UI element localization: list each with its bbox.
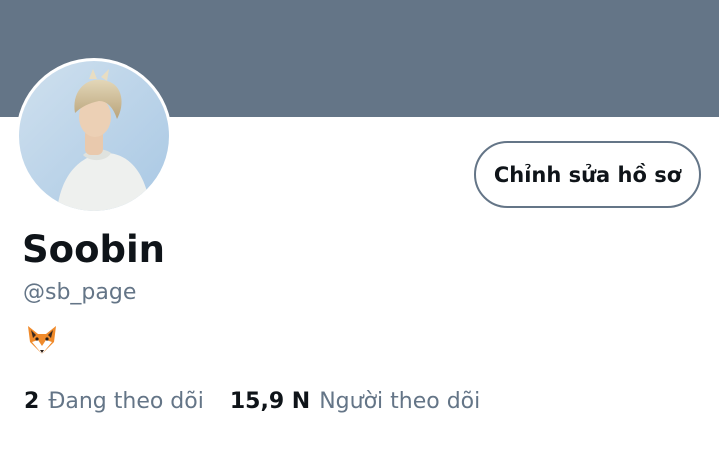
profile-handle: @sb_page [23,280,137,305]
followers-count: 15,9 N [229,389,311,414]
followers-label: Người theo dõi [319,389,481,414]
profile-avatar[interactable] [16,58,172,214]
edit-profile-button[interactable]: Chỉnh sửa hồ sơ [474,141,701,208]
fox-icon [28,326,56,354]
avatar-photo [19,61,169,211]
follow-stats: 2 Đang theo dõi 15,9 N Người theo dõi [24,389,480,414]
profile-name: Soobin [22,228,165,271]
following-count: 2 [24,389,40,414]
following-stat[interactable]: 2 Đang theo dõi [24,389,204,414]
followers-stat[interactable]: 15,9 N Người theo dõi [230,389,480,414]
following-label: Đang theo dõi [48,389,204,414]
